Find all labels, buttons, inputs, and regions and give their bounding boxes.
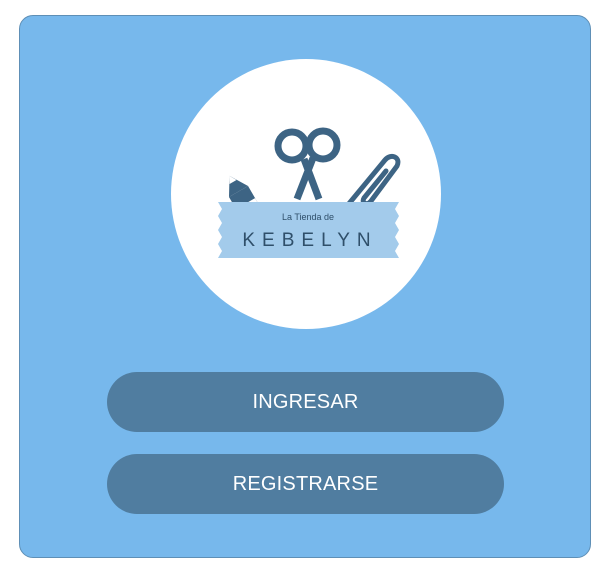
register-button[interactable]: REGISTRARSE [107,454,504,514]
login-button[interactable]: INGRESAR [107,372,504,432]
scissors-icon [274,127,341,201]
login-card: La Tienda de KEBELYN INGRESAR REGISTRARS… [19,15,591,558]
logo-illustration: La Tienda de KEBELYN [218,127,401,258]
paperclip-icon [344,153,401,209]
logo-line1: La Tienda de [282,212,334,222]
logo-line2: KEBELYN [242,230,377,251]
store-logo: La Tienda de KEBELYN [171,59,441,329]
